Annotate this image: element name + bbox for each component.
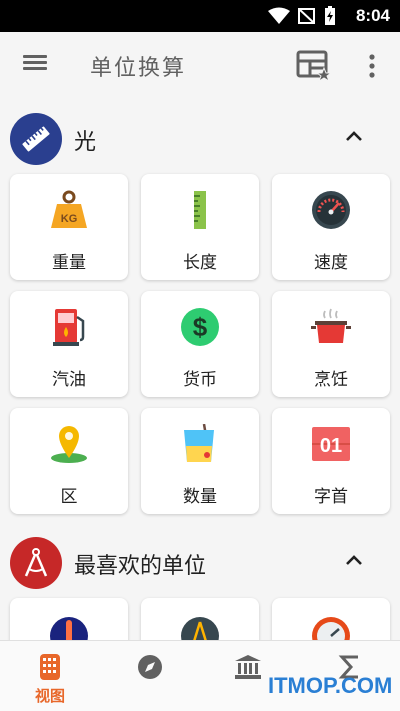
compass-drafting-badge-icon [10, 537, 62, 589]
weight-kg-icon: KG [49, 190, 89, 230]
unit-card-label: 速度 [314, 253, 348, 273]
battery-charging-icon [325, 6, 335, 25]
thermometer-grid-icon [36, 653, 64, 681]
dollar-coin-icon: $ [180, 307, 220, 347]
nav-item-view[interactable]: 视图 [10, 641, 90, 711]
unit-card-fuel[interactable]: 汽油 [10, 291, 128, 397]
section-header-light[interactable]: 光 [0, 106, 400, 168]
unit-card-area[interactable]: 区 [10, 408, 128, 514]
section-title: 最喜欢的单位 [74, 554, 207, 579]
compass-icon [136, 653, 164, 681]
speedometer-icon [311, 190, 351, 230]
section-title: 光 [74, 130, 97, 155]
unit-card-label: 重量 [52, 253, 86, 273]
more-vert-icon[interactable] [362, 52, 382, 80]
svg-text:01: 01 [320, 435, 342, 457]
unit-card-label: 数量 [183, 487, 217, 507]
unit-card-cooking[interactable]: 烹饪 [272, 291, 390, 397]
unit-card-label: 长度 [183, 253, 217, 273]
unit-card-volume[interactable]: 数量 [141, 408, 259, 514]
prefix-01-icon: 01 [311, 424, 351, 464]
wifi-icon [268, 7, 290, 24]
table-favorite-icon[interactable] [296, 50, 332, 82]
watermark-text: ITMOP.COM [268, 673, 393, 698]
unit-card-label: 汽油 [52, 370, 86, 390]
unit-card-currency[interactable]: $ 货币 [141, 291, 259, 397]
page-title: 单位换算 [90, 56, 187, 81]
chevron-up-icon[interactable] [344, 552, 364, 568]
map-pin-icon [49, 424, 89, 464]
unit-card-weight[interactable]: KG 重量 [10, 174, 128, 280]
status-bar: 8:04 [0, 0, 400, 32]
nav-item-explore[interactable] [110, 641, 190, 711]
app-bar: 单位换算 [0, 32, 400, 98]
ruler-icon [180, 190, 220, 230]
nav-item-label: 视图 [34, 687, 65, 705]
cooking-pot-icon [311, 307, 351, 347]
unit-card-label: 烹饪 [314, 370, 348, 390]
menu-icon[interactable] [20, 52, 50, 78]
svg-text:$: $ [193, 312, 208, 342]
unit-card-label: 货币 [183, 370, 217, 390]
status-time: 8:04 [355, 6, 390, 25]
unit-card-label: 区 [60, 487, 78, 507]
unit-card-speed[interactable]: 速度 [272, 174, 390, 280]
unit-card-label: 字首 [314, 487, 348, 507]
unit-card-prefix[interactable]: 01 字首 [272, 408, 390, 514]
bank-icon [234, 653, 262, 681]
status-icons [268, 6, 336, 26]
svg-text:KG: KG [61, 213, 78, 225]
unit-card-length[interactable]: 长度 [141, 174, 259, 280]
no-signal-icon [298, 8, 315, 24]
chevron-up-icon[interactable] [344, 128, 364, 144]
ruler-badge-icon [10, 113, 62, 165]
section-header-favorites[interactable]: 最喜欢的单位 [0, 530, 400, 592]
beaker-icon [180, 424, 220, 464]
fuel-pump-icon [49, 307, 89, 347]
